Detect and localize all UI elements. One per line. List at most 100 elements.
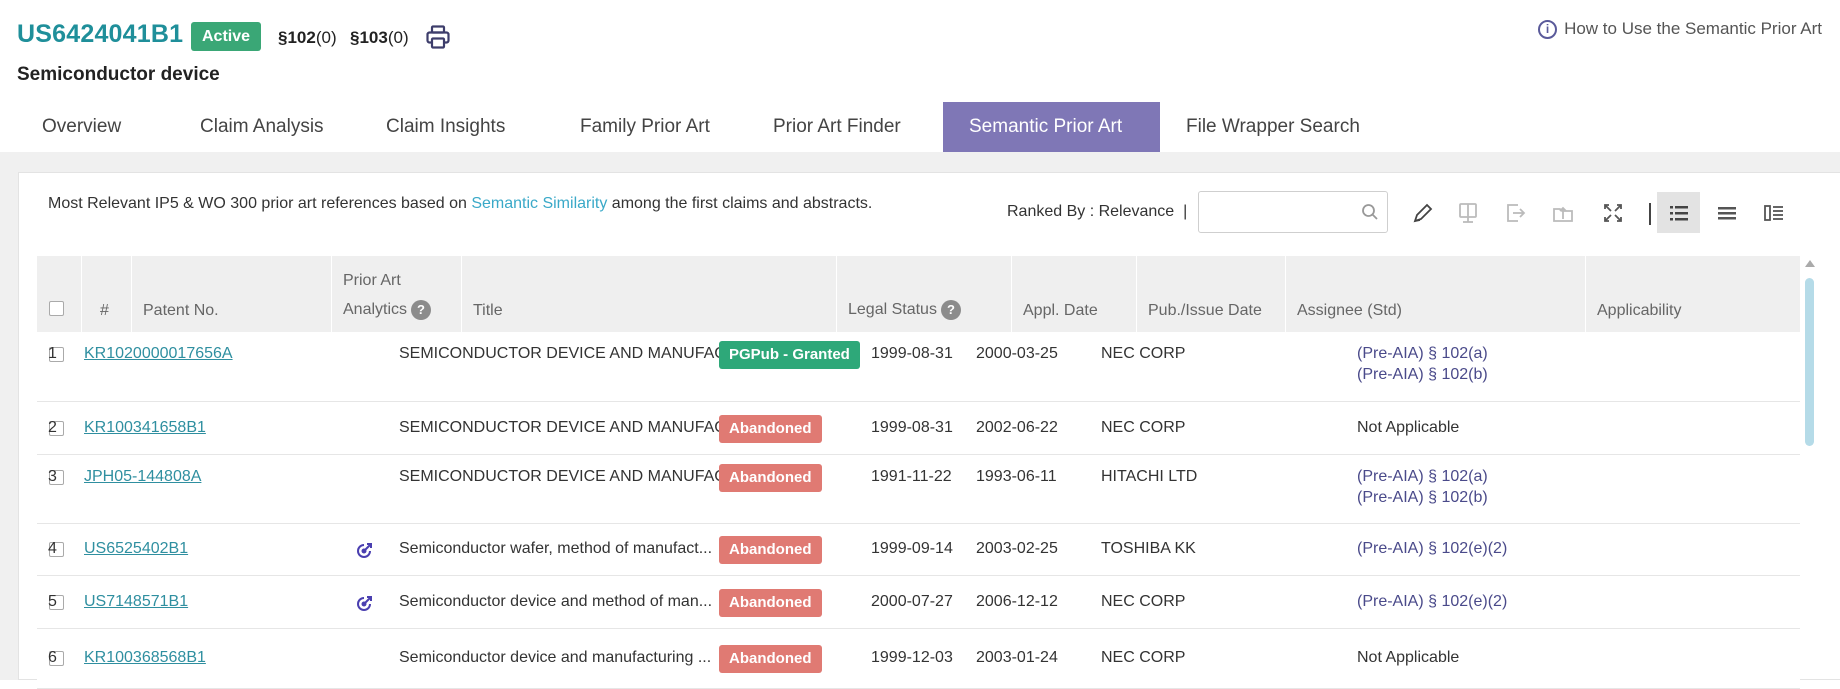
edit-icon[interactable] — [1409, 199, 1437, 227]
desc-after: among the first claims and abstracts. — [607, 195, 873, 212]
help-icon[interactable]: ? — [940, 300, 961, 320]
row-assignee: NEC CORP — [1101, 345, 1186, 362]
tab-prior-art-finder[interactable]: Prior Art Finder — [738, 102, 943, 152]
tab-claim-insights[interactable]: Claim Insights — [352, 102, 540, 152]
sec103-count[interactable]: §103(0) — [350, 28, 409, 48]
patent-number-link[interactable]: US7148571B1 — [84, 593, 188, 611]
upload-icon[interactable] — [1549, 199, 1577, 227]
status-badge: Active — [191, 22, 262, 51]
patent-number-link[interactable]: KR100341658B1 — [84, 419, 206, 437]
desc-before: Most Relevant IP5 & WO 300 prior art ref… — [48, 195, 472, 212]
row-appl-date: 1999-08-31 — [871, 345, 953, 362]
header-legal-status[interactable]: Legal Status? — [848, 300, 961, 320]
applicability-link[interactable]: (Pre-AIA) § 102(a) — [1357, 468, 1488, 486]
header-assignee[interactable]: Assignee (Std) — [1297, 302, 1402, 320]
monitor-icon[interactable] — [1454, 199, 1482, 227]
export-icon[interactable] — [1501, 199, 1529, 227]
table-row[interactable]: 3 JPH05-144808A SEMICONDUCTOR DEVICE AND M… — [37, 455, 1800, 524]
table-header: # Patent No. Prior Art Analytics? Title … — [37, 256, 1800, 332]
tab-bar: Overview Claim Analysis Claim Insights F… — [18, 102, 1390, 152]
applicability-link[interactable]: (Pre-AIA) § 102(e)(2) — [1357, 540, 1507, 558]
tab-claim-analysis[interactable]: Claim Analysis — [166, 102, 352, 152]
list-view-icon[interactable] — [1665, 199, 1693, 227]
patent-title: Semiconductor device — [17, 64, 220, 85]
row-title: SEMICONDUCTOR DEVICE AND MANUFAC... — [399, 419, 740, 436]
header-num: # — [100, 302, 109, 319]
row-assignee: NEC CORP — [1101, 419, 1186, 436]
tab-semantic-prior-art[interactable]: Semantic Prior Art — [943, 102, 1160, 152]
analytics-icon[interactable] — [354, 541, 374, 561]
legal-status-badge: Abandoned — [719, 536, 822, 564]
search-input[interactable] — [1205, 192, 1355, 230]
column-divider — [836, 256, 837, 332]
scroll-up-arrow-icon[interactable] — [1805, 260, 1815, 267]
header-applicability[interactable]: Applicability — [1597, 302, 1681, 320]
detail-view-icon[interactable] — [1760, 199, 1788, 227]
expand-icon[interactable] — [1599, 199, 1627, 227]
row-appl-date: 1999-08-31 — [871, 419, 953, 436]
legal-status-badge: Abandoned — [719, 589, 822, 617]
legal-status-badge: Abandoned — [719, 415, 822, 443]
how-to-use-link[interactable]: i How to Use the Semantic Prior Art — [1538, 19, 1822, 39]
header-pub-date[interactable]: Pub./Issue Date — [1148, 302, 1262, 320]
applicability-link[interactable]: (Pre-AIA) § 102(b) — [1357, 489, 1488, 507]
table-row[interactable]: 1 KR1020000017656A SEMICONDUCTOR DEVICE AN… — [37, 332, 1800, 402]
row-pub-date: 2006-12-12 — [976, 593, 1058, 610]
vertical-scrollbar[interactable] — [1805, 278, 1814, 446]
table-row[interactable]: 6 KR100368568B1 Semiconductor device and m… — [37, 629, 1800, 689]
row-assignee: TOSHIBA KK — [1101, 540, 1196, 557]
header-legal-status-label: Legal Status — [848, 301, 937, 319]
tab-family-prior-art[interactable]: Family Prior Art — [540, 102, 738, 152]
row-title: Semiconductor device and manufacturing .… — [399, 649, 712, 666]
column-divider — [81, 256, 82, 332]
row-assignee: NEC CORP — [1101, 593, 1186, 610]
legal-status-badge: Abandoned — [719, 645, 822, 673]
row-num: 1 — [48, 345, 57, 362]
patent-number-link[interactable]: KR100368568B1 — [84, 649, 206, 667]
table-row[interactable]: 4 US6525402B1 Semiconductor wafer, method … — [37, 524, 1800, 576]
search-icon[interactable] — [1361, 203, 1379, 221]
row-pub-date: 1993-06-11 — [976, 468, 1057, 485]
help-icon[interactable]: ? — [411, 300, 432, 320]
header-title[interactable]: Title — [473, 302, 503, 320]
patent-number-link[interactable]: US6525402B1 — [84, 540, 188, 558]
tab-file-wrapper-search[interactable]: File Wrapper Search — [1160, 102, 1390, 152]
legal-status-badge: Abandoned — [719, 464, 822, 492]
header-analytics-line1: Prior Art — [343, 272, 401, 289]
results-description: Most Relevant IP5 & WO 300 prior art ref… — [48, 195, 872, 213]
row-num: 5 — [48, 593, 57, 610]
patent-number-link[interactable]: KR1020000017656A — [84, 345, 233, 363]
row-assignee: HITACHI LTD — [1101, 468, 1198, 485]
table-row[interactable]: 5 US7148571B1 Semiconductor device and met… — [37, 576, 1800, 629]
column-divider — [131, 256, 132, 332]
row-appl-date: 2000-07-27 — [871, 593, 953, 610]
applicability-link[interactable]: (Pre-AIA) § 102(b) — [1357, 366, 1488, 384]
applicability-link[interactable]: (Pre-AIA) § 102(a) — [1357, 345, 1488, 363]
search-field[interactable] — [1198, 191, 1388, 233]
column-divider — [461, 256, 462, 332]
ranked-by[interactable]: Ranked By : Relevance | — [1007, 203, 1187, 221]
sec102-count[interactable]: §102(0) — [278, 28, 337, 48]
row-appl-date: 1999-12-03 — [871, 649, 953, 666]
print-icon[interactable] — [425, 24, 451, 50]
ranked-separator: | — [1183, 203, 1188, 220]
toolbar-divider — [1649, 203, 1651, 225]
row-assignee: NEC CORP — [1101, 649, 1186, 666]
applicability-link[interactable]: (Pre-AIA) § 102(e)(2) — [1357, 593, 1507, 611]
patent-number-link[interactable]: JPH05-144808A — [84, 468, 201, 486]
tab-overview[interactable]: Overview — [18, 102, 166, 152]
analytics-icon[interactable] — [354, 594, 374, 614]
row-pub-date: 2002-06-22 — [976, 419, 1058, 436]
column-divider — [1285, 256, 1286, 332]
semantic-similarity-link[interactable]: Semantic Similarity — [471, 195, 607, 212]
compact-view-icon[interactable] — [1713, 199, 1741, 227]
header-appl-date[interactable]: Appl. Date — [1023, 302, 1098, 320]
header-patent-no[interactable]: Patent No. — [143, 302, 219, 320]
applicability-text: Not Applicable — [1357, 419, 1460, 436]
select-all-checkbox[interactable] — [49, 301, 64, 316]
ranked-by-label: Ranked By : Relevance — [1007, 203, 1175, 220]
row-title: Semiconductor device and method of man..… — [399, 593, 713, 610]
header-analytics: Analytics? — [343, 300, 432, 320]
row-num: 6 — [48, 649, 57, 666]
table-row[interactable]: 2 KR100341658B1 SEMICONDUCTOR DEVICE AND M… — [37, 402, 1800, 455]
